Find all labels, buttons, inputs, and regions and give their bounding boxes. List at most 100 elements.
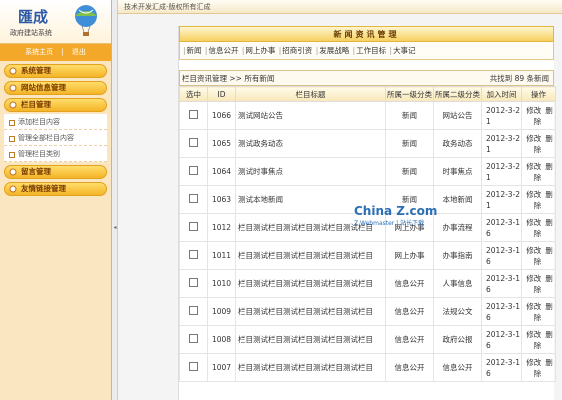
row-time: 2012-3-1 6 xyxy=(481,325,522,354)
category-nav: |新闻 |信息公开 |网上办事 |招商引资 |发展战略 |工作目标 |大事记 xyxy=(179,42,554,60)
row-time: 2012-3-2 1 xyxy=(481,157,522,186)
col-cat2: 所属二级分类 xyxy=(433,86,482,102)
menu-site-info[interactable]: 网站信息管理 xyxy=(4,81,107,95)
row-time: 2012-3-1 6 xyxy=(481,269,522,298)
submenu-manage-all[interactable]: 管理全部栏目内容 xyxy=(4,130,107,146)
row-actions: 修改 删除 xyxy=(521,241,556,270)
edit-link[interactable]: 修改 xyxy=(526,190,541,199)
row-cat2: 时事焦点 xyxy=(433,157,482,186)
home-link[interactable]: 系统主页 xyxy=(25,48,53,56)
row-id: 1066 xyxy=(207,101,236,130)
row-cat2: 政务动态 xyxy=(433,129,482,158)
row-title: 测试时事焦点 xyxy=(235,157,386,186)
row-checkbox[interactable] xyxy=(189,222,198,231)
row-time-line2: 6 xyxy=(486,312,491,322)
edit-link[interactable]: 修改 xyxy=(526,162,541,171)
row-title: 栏目测试栏目测试栏目测试栏目测试栏目 xyxy=(235,325,386,354)
news-table: 选中 ID 栏目标题 所属一级分类 所属二级分类 加入时间 操作 1066 测试网… xyxy=(179,86,556,382)
gear-icon xyxy=(9,84,17,92)
edit-link[interactable]: 修改 xyxy=(526,246,541,255)
edit-link[interactable]: 修改 xyxy=(526,274,541,283)
total-count: 共找到 89 条新闻 xyxy=(489,74,549,83)
menu-system-label: 系统管理 xyxy=(21,66,51,75)
row-checkbox[interactable] xyxy=(189,306,198,315)
row-checkbox[interactable] xyxy=(189,194,198,203)
submenu-manage-category[interactable]: 管理栏目类别 xyxy=(4,146,107,162)
nav-info-public[interactable]: 信息公开 xyxy=(208,46,238,55)
menu-message-label: 留言管理 xyxy=(21,167,51,176)
row-cat2: 人事信息 xyxy=(433,269,482,298)
row-checkbox[interactable] xyxy=(189,138,198,147)
table-row: 1009 栏目测试栏目测试栏目测试栏目测试栏目 信息公开 法规公文 2012-3-1 6 修… xyxy=(179,297,556,326)
row-cat1: 信息公开 xyxy=(385,297,434,326)
row-time-line2: 6 xyxy=(486,228,491,238)
nav-investment[interactable]: 招商引资 xyxy=(282,46,312,55)
table-row: 1063 测试本地新闻 新闻 本地新闻 2012-3-2 1 修改 删除 xyxy=(179,185,556,214)
row-cat1: 新闻 xyxy=(385,129,434,158)
edit-link[interactable]: 修改 xyxy=(526,106,541,115)
row-title: 测试政务动态 xyxy=(235,129,386,158)
row-actions: 修改 删除 xyxy=(521,101,556,130)
edit-link[interactable]: 修改 xyxy=(526,134,541,143)
row-select-cell xyxy=(179,157,208,186)
table-row: 1065 测试政务动态 新闻 政务动态 2012-3-2 1 修改 删除 xyxy=(179,129,556,158)
logout-link[interactable]: 退出 xyxy=(72,48,86,56)
row-time-line1: 2012-3-2 xyxy=(486,189,521,199)
gear-icon xyxy=(9,185,17,193)
row-cat2: 办事流程 xyxy=(433,213,482,242)
row-checkbox[interactable] xyxy=(189,166,198,175)
col-title: 栏目标题 xyxy=(235,86,386,102)
row-checkbox[interactable] xyxy=(189,362,198,371)
submenu-add-content[interactable]: 添加栏目内容 xyxy=(4,114,107,130)
row-checkbox[interactable] xyxy=(189,278,198,287)
row-time-line2: 1 xyxy=(486,172,491,182)
row-id: 1012 xyxy=(207,213,236,242)
menu-column[interactable]: 栏目管理 xyxy=(4,98,107,112)
row-time-line1: 2012-3-1 xyxy=(486,357,521,367)
row-time-line1: 2012-3-2 xyxy=(486,161,521,171)
menu-message[interactable]: 留言管理 xyxy=(4,165,107,179)
row-time-line1: 2012-3-1 xyxy=(486,245,521,255)
edit-link[interactable]: 修改 xyxy=(526,358,541,367)
nav-online-service[interactable]: 网上办事 xyxy=(245,46,275,55)
row-time-line2: 6 xyxy=(486,368,491,378)
menu-system[interactable]: 系统管理 xyxy=(4,64,107,78)
row-cat1: 新闻 xyxy=(385,185,434,214)
row-title: 栏目测试栏目测试栏目测试栏目测试栏目 xyxy=(235,297,386,326)
row-checkbox[interactable] xyxy=(189,334,198,343)
row-title: 测试网站公告 xyxy=(235,101,386,130)
table-row: 1011 栏目测试栏目测试栏目测试栏目测试栏目 网上办事 办事指南 2012-3-1 6 修… xyxy=(179,241,556,270)
row-actions: 修改 删除 xyxy=(521,297,556,326)
nav-goals[interactable]: 工作目标 xyxy=(356,46,386,55)
row-cat2: 本地新闻 xyxy=(433,185,482,214)
nav-news[interactable]: 新闻 xyxy=(187,46,202,55)
edit-link[interactable]: 修改 xyxy=(526,218,541,227)
col-cat1: 所属一级分类 xyxy=(385,86,434,102)
row-time: 2012-3-2 1 xyxy=(481,101,522,130)
row-actions: 修改 删除 xyxy=(521,185,556,214)
row-id: 1065 xyxy=(207,129,236,158)
breadcrumb-text: 栏目资讯管理 >> 所有新闻 xyxy=(182,74,275,83)
row-time: 2012-3-2 1 xyxy=(481,185,522,214)
row-id: 1008 xyxy=(207,325,236,354)
edit-link[interactable]: 修改 xyxy=(526,302,541,311)
row-time-line2: 6 xyxy=(486,284,491,294)
breadcrumb: 栏目资讯管理 >> 所有新闻 共找到 89 条新闻 xyxy=(179,70,554,86)
row-cat2: 网站公告 xyxy=(433,101,482,130)
menu-links-label: 友情链接管理 xyxy=(21,184,66,193)
row-time-line1: 2012-3-1 xyxy=(486,329,521,339)
row-select-cell xyxy=(179,101,208,130)
edit-link[interactable]: 修改 xyxy=(526,330,541,339)
nav-events[interactable]: 大事记 xyxy=(393,46,416,55)
row-time-line1: 2012-3-1 xyxy=(486,301,521,311)
row-checkbox[interactable] xyxy=(189,250,198,259)
row-select-cell xyxy=(179,129,208,158)
table-row: 1012 栏目测试栏目测试栏目测试栏目测试栏目 网上办事 办事流程 2012-3-1 6 修… xyxy=(179,213,556,242)
menu-site-info-label: 网站信息管理 xyxy=(21,83,66,92)
nav-strategy[interactable]: 发展战略 xyxy=(319,46,349,55)
row-checkbox[interactable] xyxy=(189,110,198,119)
table-header-row: 选中 ID 栏目标题 所属一级分类 所属二级分类 加入时间 操作 xyxy=(179,86,556,102)
menu-links[interactable]: 友情链接管理 xyxy=(4,182,107,196)
row-cat2: 政府公报 xyxy=(433,325,482,354)
row-id: 1009 xyxy=(207,297,236,326)
